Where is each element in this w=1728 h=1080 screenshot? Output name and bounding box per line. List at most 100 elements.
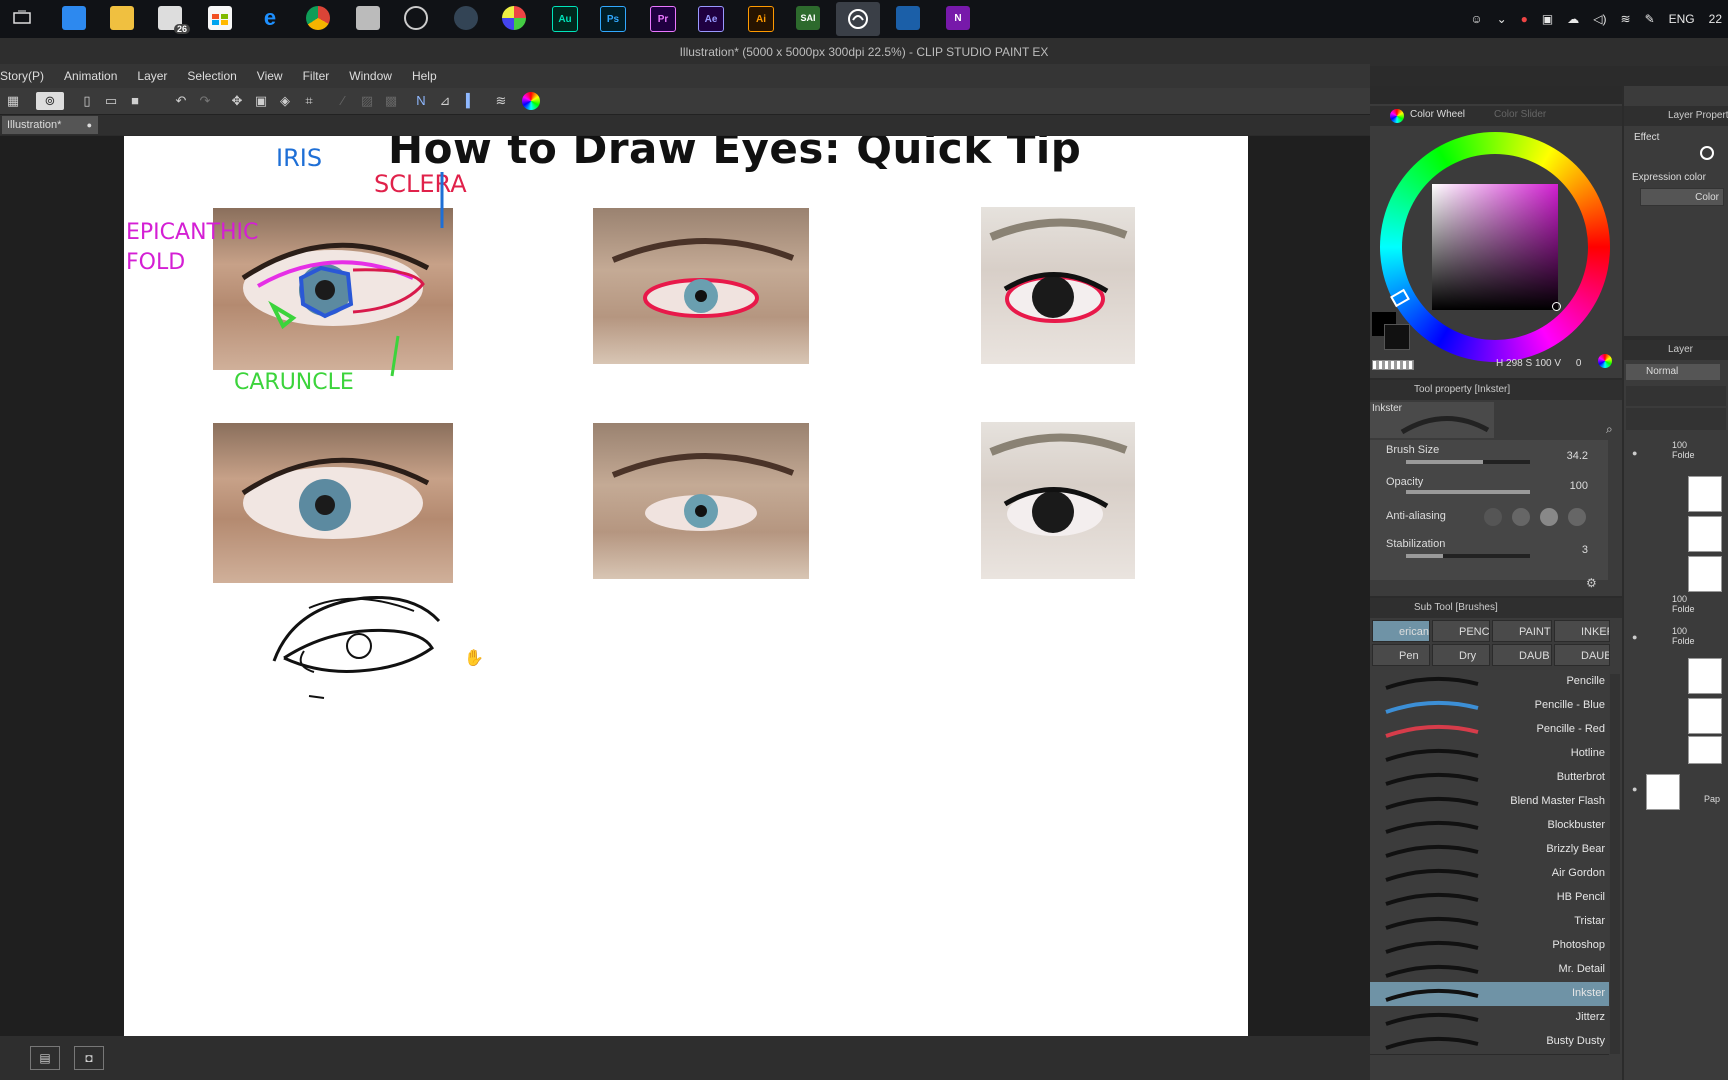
subtool-tab-daub-2[interactable]: DAUB: [1554, 644, 1610, 666]
photoshop-icon[interactable]: Ps: [600, 6, 626, 32]
layer-thumbnail[interactable]: [1688, 736, 1722, 764]
filmstrip-icon[interactable]: ▤: [30, 1046, 60, 1070]
brush-item[interactable]: Inkster: [1370, 982, 1609, 1007]
crop-icon[interactable]: ⌗: [300, 92, 318, 110]
canvas-paper[interactable]: How to Draw Eyes: Quick Tip IRIS SCLERA …: [124, 136, 1248, 1036]
close-icon[interactable]: ●: [87, 116, 92, 134]
chevron-up-icon[interactable]: ⌄: [1497, 12, 1507, 26]
calculator-icon[interactable]: [62, 6, 86, 30]
subtool-tab-daub-1[interactable]: DAUB: [1492, 644, 1552, 666]
subtool-tab-penc[interactable]: PENC: [1432, 620, 1490, 642]
invert-icon[interactable]: ▩: [382, 92, 400, 110]
brush-item[interactable]: Pencille: [1370, 670, 1609, 695]
brush-size-slider[interactable]: [1406, 460, 1530, 464]
eye-icon[interactable]: ●: [1632, 784, 1642, 794]
subtool-tab-inker[interactable]: INKER: [1554, 620, 1610, 642]
transparent-swatch[interactable]: [1372, 360, 1414, 370]
search-icon[interactable]: ⌕: [1606, 422, 1613, 437]
undo-icon[interactable]: ↶: [172, 92, 190, 110]
volume-icon[interactable]: ◁): [1593, 12, 1606, 26]
aa-none-button[interactable]: [1484, 508, 1502, 526]
layer-group-1[interactable]: ● 100 Folde: [1624, 436, 1728, 592]
effect-toggle[interactable]: [1700, 146, 1714, 160]
brush-item[interactable]: Pencille - Red: [1370, 718, 1609, 743]
menu-filter[interactable]: Filter: [293, 69, 340, 83]
obs-icon[interactable]: [404, 6, 428, 30]
app-tray-icon[interactable]: ▣: [1542, 12, 1553, 26]
transform-icon[interactable]: ✥: [228, 92, 246, 110]
subtool-tab-paint[interactable]: PAINT: [1492, 620, 1552, 642]
aa-strong-button[interactable]: [1568, 508, 1586, 526]
layer-thumbnail[interactable]: [1688, 658, 1722, 694]
open-file-icon[interactable]: ▭: [102, 92, 120, 110]
hue-picker[interactable]: [1390, 288, 1410, 308]
menu-layer[interactable]: Layer: [127, 69, 177, 83]
menu-selection[interactable]: Selection: [177, 69, 246, 83]
menu-view[interactable]: View: [247, 69, 293, 83]
opacity-slider[interactable]: [1406, 490, 1530, 494]
save-icon[interactable]: ■: [126, 92, 144, 110]
clear-icon[interactable]: ▣: [252, 92, 270, 110]
saturation-value-square[interactable]: [1432, 184, 1558, 310]
tab-color-wheel[interactable]: Color Wheel: [1410, 109, 1465, 120]
sai-icon[interactable]: SAI: [796, 6, 820, 30]
color-mode-icon[interactable]: [1598, 354, 1612, 368]
layer-group-2[interactable]: 100 Folde: [1624, 590, 1728, 620]
brush-item[interactable]: Air Gordon: [1370, 862, 1609, 887]
grid-snap-icon[interactable]: ▍: [462, 92, 480, 110]
chrome-tray-icon[interactable]: ●: [1521, 12, 1528, 26]
camera-icon[interactable]: ◘: [74, 1046, 104, 1070]
premiere-icon[interactable]: Pr: [650, 6, 676, 32]
brush-preset-preview[interactable]: Inkster: [1370, 402, 1494, 438]
wrench-icon[interactable]: ⚙: [1586, 576, 1597, 590]
subtool-tab-ericani[interactable]: ericani: [1372, 620, 1430, 642]
brush-item[interactable]: Photoshop: [1370, 934, 1609, 959]
redo-icon[interactable]: ↷: [196, 92, 214, 110]
brush-item[interactable]: Jitterz: [1370, 1006, 1609, 1031]
layers-icon[interactable]: ≋: [492, 92, 510, 110]
illustrator-icon[interactable]: Ai: [748, 6, 774, 32]
clock[interactable]: 22: [1709, 12, 1722, 26]
edge-icon[interactable]: e: [258, 5, 282, 30]
tab-illustration[interactable]: Illustration* ●: [2, 116, 98, 134]
aa-medium-button[interactable]: [1540, 508, 1558, 526]
layer-paper[interactable]: ● Pap: [1624, 770, 1728, 814]
clip-studio-icon[interactable]: [836, 2, 880, 36]
menu-window[interactable]: Window: [339, 69, 402, 83]
subtool-tab-dry[interactable]: Dry: [1432, 644, 1490, 666]
grid-icon[interactable]: ▦: [4, 92, 22, 110]
opacity-value[interactable]: 100: [1550, 480, 1588, 492]
ruler-snap-icon[interactable]: N: [412, 92, 430, 110]
clip-studio-logo-icon[interactable]: ⊚: [36, 92, 64, 110]
eye-icon[interactable]: ●: [1632, 448, 1642, 458]
after-effects-icon[interactable]: Ae: [698, 6, 724, 32]
brush-item[interactable]: Mr. Detail: [1370, 958, 1609, 983]
menu-story[interactable]: Story(P): [0, 69, 54, 83]
stabilization-slider[interactable]: [1406, 554, 1530, 558]
color-button[interactable]: Color: [1640, 188, 1724, 206]
sub-color-swatch[interactable]: [1384, 324, 1410, 350]
app-7-icon[interactable]: [356, 6, 380, 30]
chrome-icon[interactable]: [306, 6, 330, 30]
sv-picker[interactable]: [1552, 302, 1561, 311]
layer-thumbnail[interactable]: [1688, 698, 1722, 734]
menu-help[interactable]: Help: [402, 69, 447, 83]
blend-mode-select[interactable]: Normal: [1626, 364, 1720, 380]
pen-icon[interactable]: ✎: [1645, 12, 1655, 26]
store-icon[interactable]: [208, 6, 232, 30]
select-icon[interactable]: ⁄: [334, 92, 352, 110]
brush-item[interactable]: Blend Master Flash: [1370, 790, 1609, 815]
brush-item[interactable]: Busty Dusty: [1370, 1030, 1609, 1055]
color-icon[interactable]: [522, 92, 540, 110]
brush-item[interactable]: Butterbrot: [1370, 766, 1609, 791]
brush-item[interactable]: Hotline: [1370, 742, 1609, 767]
language-indicator[interactable]: ENG: [1669, 12, 1695, 26]
brush-item[interactable]: HB Pencil: [1370, 886, 1609, 911]
brush-item[interactable]: Pencille - Blue: [1370, 694, 1609, 719]
file-explorer-icon[interactable]: [110, 6, 134, 30]
brush-list-scrollbar[interactable]: [1610, 674, 1620, 1054]
fill-icon[interactable]: ◈: [276, 92, 294, 110]
menu-animation[interactable]: Animation: [54, 69, 127, 83]
app-18-icon[interactable]: [896, 6, 920, 30]
audition-icon[interactable]: Au: [552, 6, 578, 32]
